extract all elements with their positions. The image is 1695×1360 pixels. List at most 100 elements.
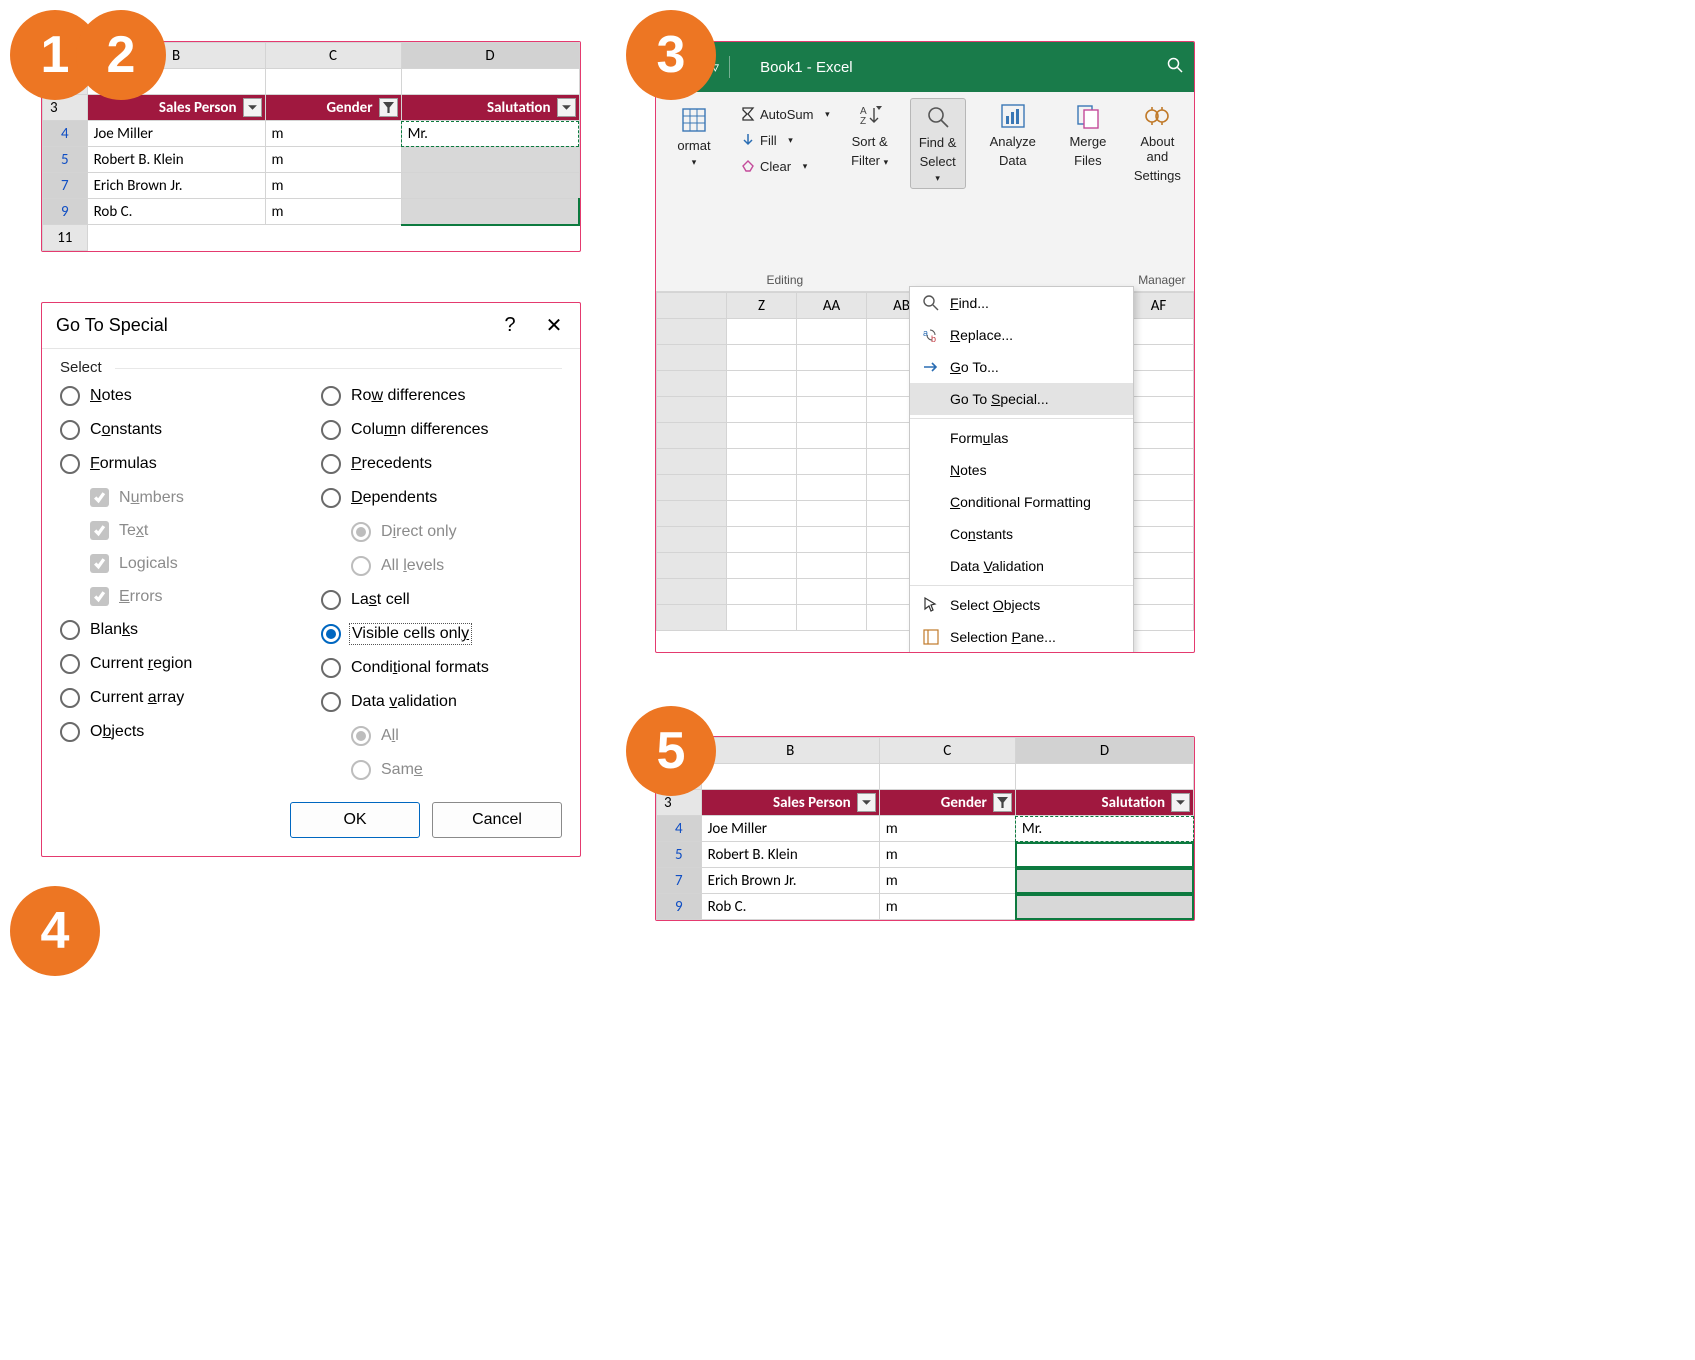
radio-last-cell[interactable]: Last cell — [321, 590, 562, 610]
radio-row-differences[interactable]: Row differences — [321, 386, 562, 406]
cell-name[interactable]: Robert B. Klein — [87, 147, 265, 173]
row-header[interactable]: 11 — [43, 225, 88, 251]
autosum-button[interactable]: AutoSum ▾ — [740, 102, 830, 126]
cell-salutation-selected[interactable] — [401, 199, 579, 225]
cell-salutation-selected[interactable] — [401, 173, 579, 199]
col-header-c[interactable]: C — [265, 43, 401, 69]
menu-conditional-formatting[interactable]: Conditional Formatting — [910, 486, 1133, 518]
search-icon[interactable] — [1166, 56, 1184, 78]
radio-constants[interactable]: Constants — [60, 420, 301, 440]
radio-formulas[interactable]: Formulas — [60, 454, 301, 474]
check-logicals: Logicals — [90, 554, 301, 573]
cell-gender[interactable]: m — [265, 121, 401, 147]
menu-data-validation[interactable]: Data Validation — [910, 550, 1133, 582]
check-errors: Errors — [90, 587, 301, 606]
row-header[interactable]: 9 — [657, 894, 702, 920]
radio-current-array[interactable]: Current array — [60, 688, 301, 708]
menu-goto-special[interactable]: Go To Special... — [910, 383, 1133, 415]
cell-gender[interactable]: m — [265, 173, 401, 199]
dialog-title: Go To Special — [56, 315, 168, 336]
row-header[interactable]: 5 — [657, 842, 702, 868]
cell-salutation-selected[interactable] — [1015, 868, 1193, 894]
table-header-salutation: Salutation — [401, 95, 579, 121]
row-header[interactable]: 9 — [43, 199, 88, 225]
radio-dependents[interactable]: Dependents — [321, 488, 562, 508]
cell-name[interactable]: Erich Brown Jr. — [87, 173, 265, 199]
cell-salutation-selected[interactable] — [401, 147, 579, 173]
ribbon-group-editing: Editing — [734, 273, 836, 287]
col-header[interactable]: AF — [1124, 293, 1194, 319]
cancel-button[interactable]: Cancel — [432, 802, 562, 838]
cell-gender[interactable]: m — [879, 816, 1015, 842]
cell-salutation[interactable]: Mr. — [1015, 816, 1193, 842]
col-header[interactable]: AA — [797, 293, 867, 319]
cell-name[interactable]: Erich Brown Jr. — [701, 868, 879, 894]
cell-salutation-selected[interactable] — [1015, 842, 1193, 868]
menu-selection-pane[interactable]: Selection Pane... — [910, 621, 1133, 653]
filter-button[interactable] — [243, 98, 262, 117]
panel-ribbon-menu: ▾ ▿ Book1 - Excel ormat▾ AutoSum ▾ — [655, 41, 1195, 653]
menu-select-objects[interactable]: Select Objects — [910, 589, 1133, 621]
table-header-salutation: Salutation — [1015, 790, 1193, 816]
radio-column-differences[interactable]: Column differences — [321, 420, 562, 440]
col-header-d[interactable]: D — [1015, 738, 1193, 764]
goto-special-dialog: Go To Special ? ✕ Select Notes Constants… — [41, 302, 581, 857]
radio-data-validation[interactable]: Data validation — [321, 692, 562, 712]
sort-filter-button[interactable]: AZ Sort & Filter ▾ — [842, 98, 898, 172]
about-settings-button[interactable]: About and Settings — [1128, 98, 1187, 187]
cell-gender[interactable]: m — [265, 199, 401, 225]
col-header-c[interactable]: C — [879, 738, 1015, 764]
row-header[interactable]: 5 — [43, 147, 88, 173]
ok-button[interactable]: OK — [290, 802, 420, 838]
cell-salutation-active[interactable]: Mr. — [401, 121, 579, 147]
menu-constants[interactable]: Constants — [910, 518, 1133, 550]
row-header[interactable]: 4 — [43, 121, 88, 147]
filter-button-applied[interactable] — [379, 98, 398, 117]
cell-gender[interactable]: m — [879, 868, 1015, 894]
fill-button[interactable]: Fill ▾ — [740, 128, 830, 152]
radio-visible-cells-only[interactable]: Visible cells only — [321, 624, 562, 644]
replace-icon: ab — [922, 326, 940, 344]
menu-formulas[interactable]: Formulas — [910, 422, 1133, 454]
menu-replace[interactable]: ab Replace... — [910, 319, 1133, 351]
row-header[interactable]: 4 — [657, 816, 702, 842]
window-title: Book1 - Excel — [760, 59, 853, 76]
col-header-b[interactable]: B — [701, 738, 879, 764]
blank-icon — [922, 390, 940, 408]
menu-find[interactable]: Find... — [910, 287, 1133, 319]
analyze-data-button[interactable]: Analyze Data — [984, 98, 1042, 172]
cell-gender[interactable]: m — [265, 147, 401, 173]
radio-notes[interactable]: Notes — [60, 386, 301, 406]
col-header-d[interactable]: D — [401, 43, 579, 69]
menu-notes[interactable]: Notes — [910, 454, 1133, 486]
radio-blanks[interactable]: Blanks — [60, 620, 301, 640]
col-header[interactable]: Z — [727, 293, 797, 319]
menu-goto[interactable]: Go To... — [910, 351, 1133, 383]
cell-salutation-selected[interactable] — [1015, 894, 1193, 920]
filter-button-applied[interactable] — [993, 793, 1012, 812]
format-button[interactable]: ormat▾ — [666, 102, 722, 172]
radio-conditional-formats[interactable]: Conditional formats — [321, 658, 562, 678]
merge-files-button[interactable]: Merge Files — [1060, 98, 1116, 172]
find-select-button[interactable]: Find & Select ▾ — [910, 98, 966, 189]
row-header[interactable]: 7 — [43, 173, 88, 199]
cell-gender[interactable]: m — [879, 894, 1015, 920]
help-button[interactable]: ? — [498, 314, 522, 337]
cell-name[interactable]: Joe Miller — [87, 121, 265, 147]
filter-button[interactable] — [557, 98, 576, 117]
clear-button[interactable]: Clear ▾ — [740, 154, 830, 178]
step-badge-5: 5 — [626, 706, 716, 796]
radio-objects[interactable]: Objects — [60, 722, 301, 742]
cell-name[interactable]: Robert B. Klein — [701, 842, 879, 868]
ribbon-group-manager: Manager — [1127, 273, 1195, 287]
filter-button[interactable] — [857, 793, 876, 812]
filter-button[interactable] — [1171, 793, 1190, 812]
cell-name[interactable]: Joe Miller — [701, 816, 879, 842]
cell-name[interactable]: Rob C. — [701, 894, 879, 920]
cell-name[interactable]: Rob C. — [87, 199, 265, 225]
close-button[interactable]: ✕ — [542, 313, 566, 338]
radio-current-region[interactable]: Current region — [60, 654, 301, 674]
cell-gender[interactable]: m — [879, 842, 1015, 868]
radio-precedents[interactable]: Precedents — [321, 454, 562, 474]
row-header[interactable]: 7 — [657, 868, 702, 894]
